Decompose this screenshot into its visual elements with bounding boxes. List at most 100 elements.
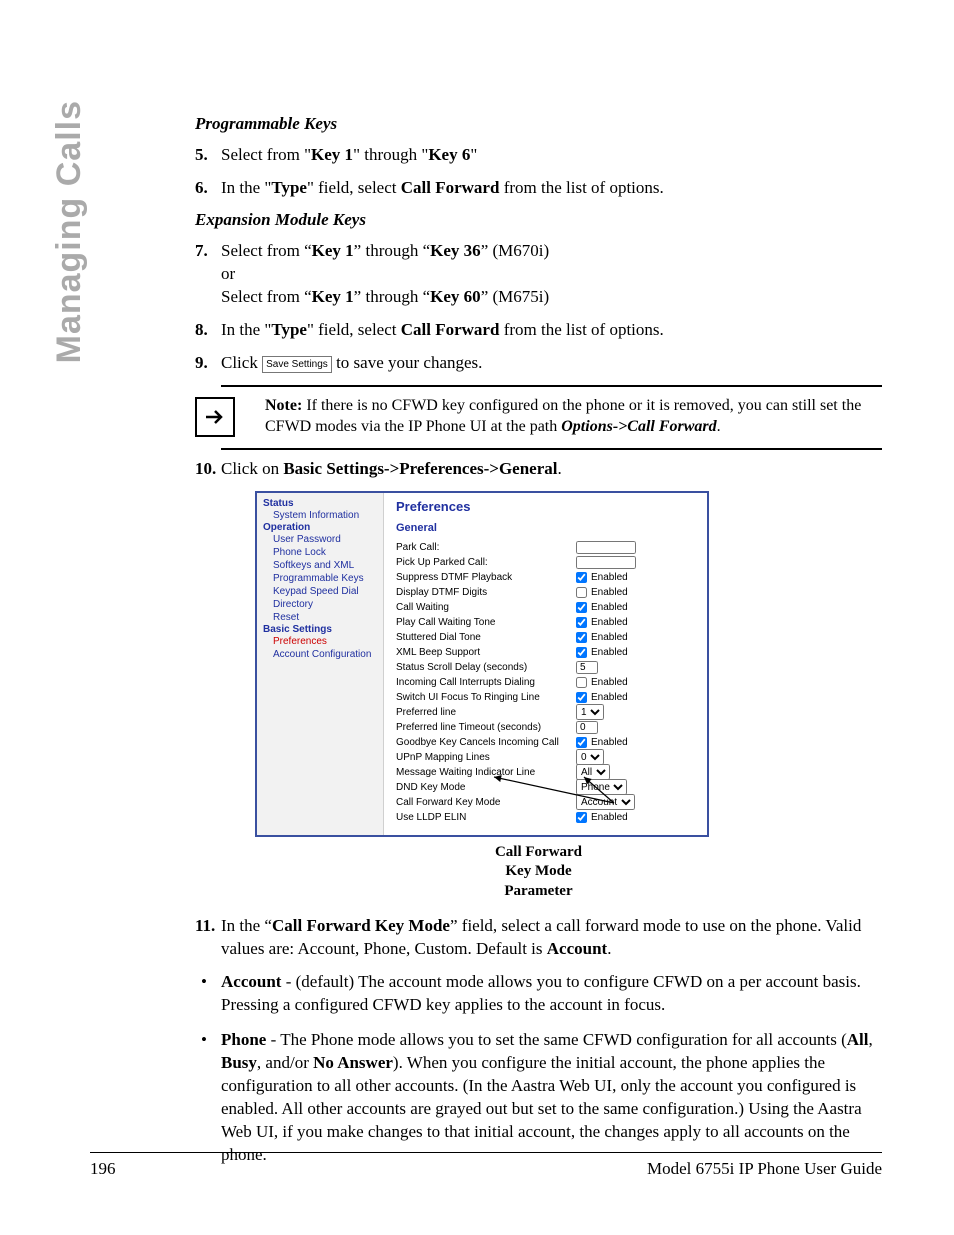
pref-label: Goodbye Key Cancels Incoming Call: [396, 737, 576, 748]
enabled-checkbox[interactable]: [576, 617, 587, 628]
pref-control: Enabled: [576, 587, 699, 598]
pref-control: All: [576, 764, 699, 780]
pref-row: Use LLDP ELINEnabled: [396, 810, 699, 825]
pref-control: Account: [576, 794, 699, 810]
pref-row: UPnP Mapping Lines0: [396, 750, 699, 765]
pref-label: Call Waiting: [396, 602, 576, 613]
pref-control: Enabled: [576, 692, 699, 703]
enabled-checkbox[interactable]: [576, 812, 587, 823]
step-10: 10. Click on Basic Settings->Preferences…: [195, 458, 882, 481]
document-page: Managing Calls Programmable Keys 5. Sele…: [0, 0, 954, 1235]
page-footer: 196 Model 6755i IP Phone User Guide: [90, 1152, 882, 1179]
pref-control: [576, 556, 699, 569]
note-arrow-icon: [195, 397, 235, 437]
pref-label: Park Call:: [396, 542, 576, 553]
pref-control: Enabled: [576, 602, 699, 613]
step-9: 9. Click Save Settings to save your chan…: [195, 352, 882, 375]
enabled-checkbox[interactable]: [576, 677, 587, 688]
pref-label: Use LLDP ELIN: [396, 812, 576, 823]
page-number: 196: [90, 1159, 116, 1179]
pref-label: Play Call Waiting Tone: [396, 617, 576, 628]
step-5: 5. Select from "Key 1" through "Key 6": [195, 144, 882, 167]
callout-label: Call ForwardKey ModeParameter: [195, 843, 882, 902]
pref-row: Suppress DTMF PlaybackEnabled: [396, 570, 699, 585]
select-input[interactable]: 1: [576, 704, 604, 720]
pref-row: Call Forward Key ModeAccount: [396, 795, 699, 810]
sidebar-item: Softkeys and XML: [263, 559, 383, 572]
pref-control: 0: [576, 749, 699, 765]
pref-label: Switch UI Focus To Ringing Line: [396, 692, 576, 703]
screenshot-main: Preferences General Park Call:Pick Up Pa…: [384, 493, 707, 835]
pref-row: Goodbye Key Cancels Incoming CallEnabled: [396, 735, 699, 750]
pref-row: Incoming Call Interrupts DialingEnabled: [396, 675, 699, 690]
step-11: 11. In the “Call Forward Key Mode” field…: [195, 915, 882, 961]
pref-row: Play Call Waiting ToneEnabled: [396, 615, 699, 630]
pref-control: Enabled: [576, 677, 699, 688]
pref-label: Preferred line: [396, 707, 576, 718]
pref-label: Pick Up Parked Call:: [396, 557, 576, 568]
sidebar-item: Programmable Keys: [263, 572, 383, 585]
heading-expansion-keys: Expansion Module Keys: [195, 210, 882, 230]
pref-row: Pick Up Parked Call:: [396, 555, 699, 570]
pref-label: Suppress DTMF Playback: [396, 572, 576, 583]
note-block: Note: If there is no CFWD key configured…: [195, 395, 882, 438]
pref-row: DND Key ModePhone: [396, 780, 699, 795]
text-input[interactable]: [576, 721, 598, 734]
bullet-phone: Phone - The Phone mode allows you to set…: [195, 1029, 882, 1167]
text-input[interactable]: [576, 541, 636, 554]
section-tab: Managing Calls: [50, 100, 89, 363]
pref-control: Enabled: [576, 617, 699, 628]
pref-label: Message Waiting Indicator Line: [396, 767, 576, 778]
save-settings-button-icon: Save Settings: [262, 356, 332, 374]
pref-control: Enabled: [576, 647, 699, 658]
divider: [221, 448, 882, 450]
sidebar-item: User Password: [263, 533, 383, 546]
pref-row: Preferred line Timeout (seconds): [396, 720, 699, 735]
doc-title: Model 6755i IP Phone User Guide: [647, 1159, 882, 1179]
enabled-checkbox[interactable]: [576, 587, 587, 598]
sidebar-item: Reset: [263, 611, 383, 624]
pref-label: Stuttered Dial Tone: [396, 632, 576, 643]
select-input[interactable]: Account: [576, 794, 635, 810]
sidebar-item: Keypad Speed Dial: [263, 585, 383, 598]
pref-control: Phone: [576, 779, 699, 795]
pref-control: [576, 541, 699, 554]
divider: [221, 385, 882, 387]
pref-control: Enabled: [576, 632, 699, 643]
pref-label: Display DTMF Digits: [396, 587, 576, 598]
pref-label: Status Scroll Delay (seconds): [396, 662, 576, 673]
enabled-checkbox[interactable]: [576, 632, 587, 643]
heading-programmable-keys: Programmable Keys: [195, 114, 882, 134]
pref-row: Preferred line1: [396, 705, 699, 720]
enabled-checkbox[interactable]: [576, 647, 587, 658]
select-input[interactable]: 0: [576, 749, 604, 765]
enabled-checkbox[interactable]: [576, 602, 587, 613]
pref-row: Message Waiting Indicator LineAll: [396, 765, 699, 780]
step-list: 5. Select from "Key 1" through "Key 6" 6…: [195, 144, 882, 200]
pref-row: Switch UI Focus To Ringing LineEnabled: [396, 690, 699, 705]
pref-row: Call WaitingEnabled: [396, 600, 699, 615]
text-input[interactable]: [576, 661, 598, 674]
sidebar-item: Directory: [263, 598, 383, 611]
pref-control: Enabled: [576, 812, 699, 823]
screenshot-panel-title: Preferences: [396, 499, 699, 514]
select-input[interactable]: Phone: [576, 779, 627, 795]
enabled-checkbox[interactable]: [576, 572, 587, 583]
pref-row: XML Beep SupportEnabled: [396, 645, 699, 660]
pref-control: Enabled: [576, 572, 699, 583]
preferences-screenshot: Status System Information Operation User…: [255, 491, 709, 837]
select-input[interactable]: All: [576, 764, 610, 780]
text-input[interactable]: [576, 556, 636, 569]
pref-label: Incoming Call Interrupts Dialing: [396, 677, 576, 688]
bullet-account: Account - (default) The account mode all…: [195, 971, 882, 1017]
note-text: Note: If there is no CFWD key configured…: [265, 395, 882, 438]
screenshot-sidebar: Status System Information Operation User…: [257, 493, 384, 835]
pref-label: DND Key Mode: [396, 782, 576, 793]
pref-label: XML Beep Support: [396, 647, 576, 658]
pref-label: UPnP Mapping Lines: [396, 752, 576, 763]
bullet-list: Account - (default) The account mode all…: [195, 971, 882, 1167]
step-8: 8. In the "Type" field, select Call Forw…: [195, 319, 882, 342]
enabled-checkbox[interactable]: [576, 692, 587, 703]
step-7: 7. Select from “Key 1” through “Key 36” …: [195, 240, 882, 309]
enabled-checkbox[interactable]: [576, 737, 587, 748]
